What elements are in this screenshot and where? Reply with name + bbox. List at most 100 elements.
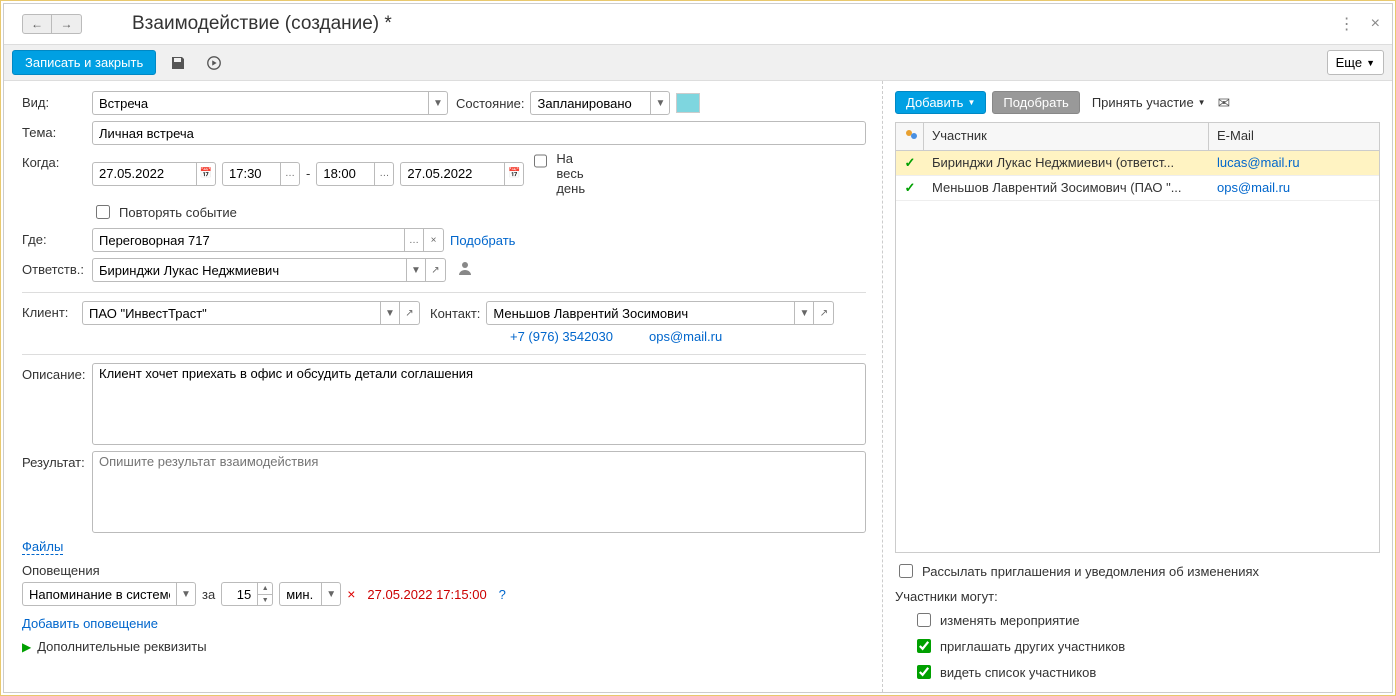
notif-value-input[interactable] — [221, 582, 257, 606]
table-row[interactable]: ✓ Биринджи Лукас Неджмиевич (ответст... … — [896, 151, 1379, 176]
extra-details-toggle[interactable]: ▶ Дополнительные реквизиты — [22, 639, 866, 654]
responsible-label: Ответств.: — [22, 258, 92, 277]
time-end-input[interactable] — [316, 162, 374, 186]
description-textarea[interactable]: Клиент хочет приехать в офис и обсудить … — [92, 363, 866, 445]
help-icon[interactable]: ? — [499, 587, 506, 602]
chevron-down-icon: ▼ — [1366, 58, 1375, 68]
responsible-input[interactable] — [92, 258, 406, 282]
select-participant-button[interactable]: Подобрать — [992, 91, 1079, 114]
menu-dots-icon[interactable]: ⋮ — [1339, 14, 1355, 34]
accept-participation-button[interactable]: Принять участие ▼ — [1086, 92, 1212, 113]
subject-input[interactable] — [92, 121, 866, 145]
client-input[interactable] — [82, 301, 380, 325]
save-close-button[interactable]: Записать и закрыть — [12, 50, 156, 75]
repeat-label: Повторять событие — [119, 205, 237, 220]
type-dropdown-button[interactable]: ▼ — [428, 91, 448, 115]
time-end-more-button[interactable]: … — [374, 162, 394, 186]
notification-time: 27.05.2022 17:15:00 — [367, 587, 486, 602]
notif-unit-dropdown-button[interactable]: ▼ — [321, 582, 341, 606]
more-button[interactable]: Еще ▼ — [1327, 50, 1384, 75]
email-header[interactable]: E-Mail — [1209, 123, 1379, 150]
state-dropdown-button[interactable]: ▼ — [650, 91, 670, 115]
run-icon[interactable] — [200, 50, 228, 76]
contact-open-button[interactable]: ↗ — [814, 301, 834, 325]
remove-notification-button[interactable]: × — [347, 586, 355, 602]
date-start-calendar-icon[interactable]: 📅 — [196, 162, 216, 186]
add-participant-button[interactable]: Добавить ▼ — [895, 91, 986, 114]
subject-label: Тема: — [22, 121, 92, 140]
time-start-input[interactable] — [222, 162, 280, 186]
date-end-input[interactable] — [400, 162, 504, 186]
state-input[interactable] — [530, 91, 650, 115]
notifications-heading: Оповещения — [22, 563, 866, 578]
person-icon — [456, 259, 474, 282]
result-textarea[interactable] — [92, 451, 866, 533]
contact-label: Контакт: — [430, 306, 480, 321]
per-label: за — [202, 587, 215, 602]
table-row[interactable]: ✓ Меньшов Лаврентий Зосимович (ПАО "... … — [896, 176, 1379, 201]
color-swatch[interactable] — [676, 93, 700, 113]
date-start-input[interactable] — [92, 162, 196, 186]
back-button[interactable]: ← — [22, 14, 52, 34]
contact-dropdown-button[interactable]: ▼ — [794, 301, 814, 325]
chevron-down-icon: ▼ — [967, 98, 975, 107]
contact-email-link[interactable]: ops@mail.ru — [649, 329, 722, 344]
participant-header[interactable]: Участник — [924, 123, 1209, 150]
participant-icon-header — [896, 123, 924, 150]
save-icon[interactable] — [164, 50, 192, 76]
client-label: Клиент: — [22, 301, 82, 320]
chevron-down-icon: ▼ — [1198, 98, 1206, 107]
client-open-button[interactable]: ↗ — [400, 301, 420, 325]
send-invites-checkbox[interactable] — [899, 564, 913, 578]
check-icon: ✓ — [905, 180, 916, 195]
where-input[interactable] — [92, 228, 404, 252]
add-notification-link[interactable]: Добавить оповещение — [22, 616, 158, 631]
notif-value-up-button[interactable]: ▲ — [257, 582, 273, 594]
can-see-checkbox[interactable] — [917, 665, 931, 679]
can-modify-checkbox[interactable] — [917, 613, 931, 627]
dash-separator: - — [306, 166, 310, 181]
contact-input[interactable] — [486, 301, 794, 325]
can-invite-checkbox[interactable] — [917, 639, 931, 653]
extra-details-label: Дополнительные реквизиты — [37, 639, 206, 654]
can-modify-label: изменять мероприятие — [940, 613, 1080, 628]
result-label: Результат: — [22, 451, 92, 470]
client-dropdown-button[interactable]: ▼ — [380, 301, 400, 325]
where-clear-button[interactable]: × — [424, 228, 444, 252]
responsible-dropdown-button[interactable]: ▼ — [406, 258, 426, 282]
state-label: Состояние: — [456, 96, 524, 111]
where-select-link[interactable]: Подобрать — [450, 233, 515, 248]
notif-value-down-button[interactable]: ▼ — [257, 594, 273, 606]
description-label: Описание: — [22, 363, 92, 382]
participant-email[interactable]: ops@mail.ru — [1217, 180, 1290, 195]
responsible-open-button[interactable]: ↗ — [426, 258, 446, 282]
can-see-label: видеть список участников — [940, 665, 1096, 680]
notif-type-dropdown-button[interactable]: ▼ — [176, 582, 196, 606]
notif-type-input[interactable] — [22, 582, 176, 606]
type-input[interactable] — [92, 91, 428, 115]
where-label: Где: — [22, 228, 92, 247]
forward-button[interactable]: → — [52, 14, 82, 34]
type-label: Вид: — [22, 91, 92, 110]
can-invite-label: приглашать других участников — [940, 639, 1125, 654]
allday-label: На весь день — [556, 151, 600, 196]
notif-unit-input[interactable] — [279, 582, 321, 606]
send-invites-label: Рассылать приглашения и уведомления об и… — [922, 564, 1259, 579]
participant-name: Меньшов Лаврентий Зосимович (ПАО "... — [924, 176, 1209, 200]
time-start-more-button[interactable]: … — [280, 162, 300, 186]
repeat-checkbox[interactable] — [96, 205, 110, 219]
chevron-right-icon: ▶ — [22, 640, 31, 654]
accept-label: Принять участие — [1092, 95, 1194, 110]
participant-email[interactable]: lucas@mail.ru — [1217, 155, 1300, 170]
participants-can-label: Участники могут: — [895, 589, 1380, 604]
when-label: Когда: — [22, 151, 92, 170]
files-link[interactable]: Файлы — [22, 539, 63, 555]
participant-name: Биринджи Лукас Неджмиевич (ответст... — [924, 151, 1209, 175]
where-more-button[interactable]: … — [404, 228, 424, 252]
date-end-calendar-icon[interactable]: 📅 — [504, 162, 524, 186]
check-icon: ✓ — [905, 155, 916, 170]
allday-checkbox[interactable] — [534, 154, 547, 168]
close-icon[interactable]: × — [1371, 15, 1380, 33]
contact-phone-link[interactable]: +7 (976) 3542030 — [510, 329, 613, 344]
envelope-icon[interactable]: ✉ — [1218, 94, 1231, 112]
